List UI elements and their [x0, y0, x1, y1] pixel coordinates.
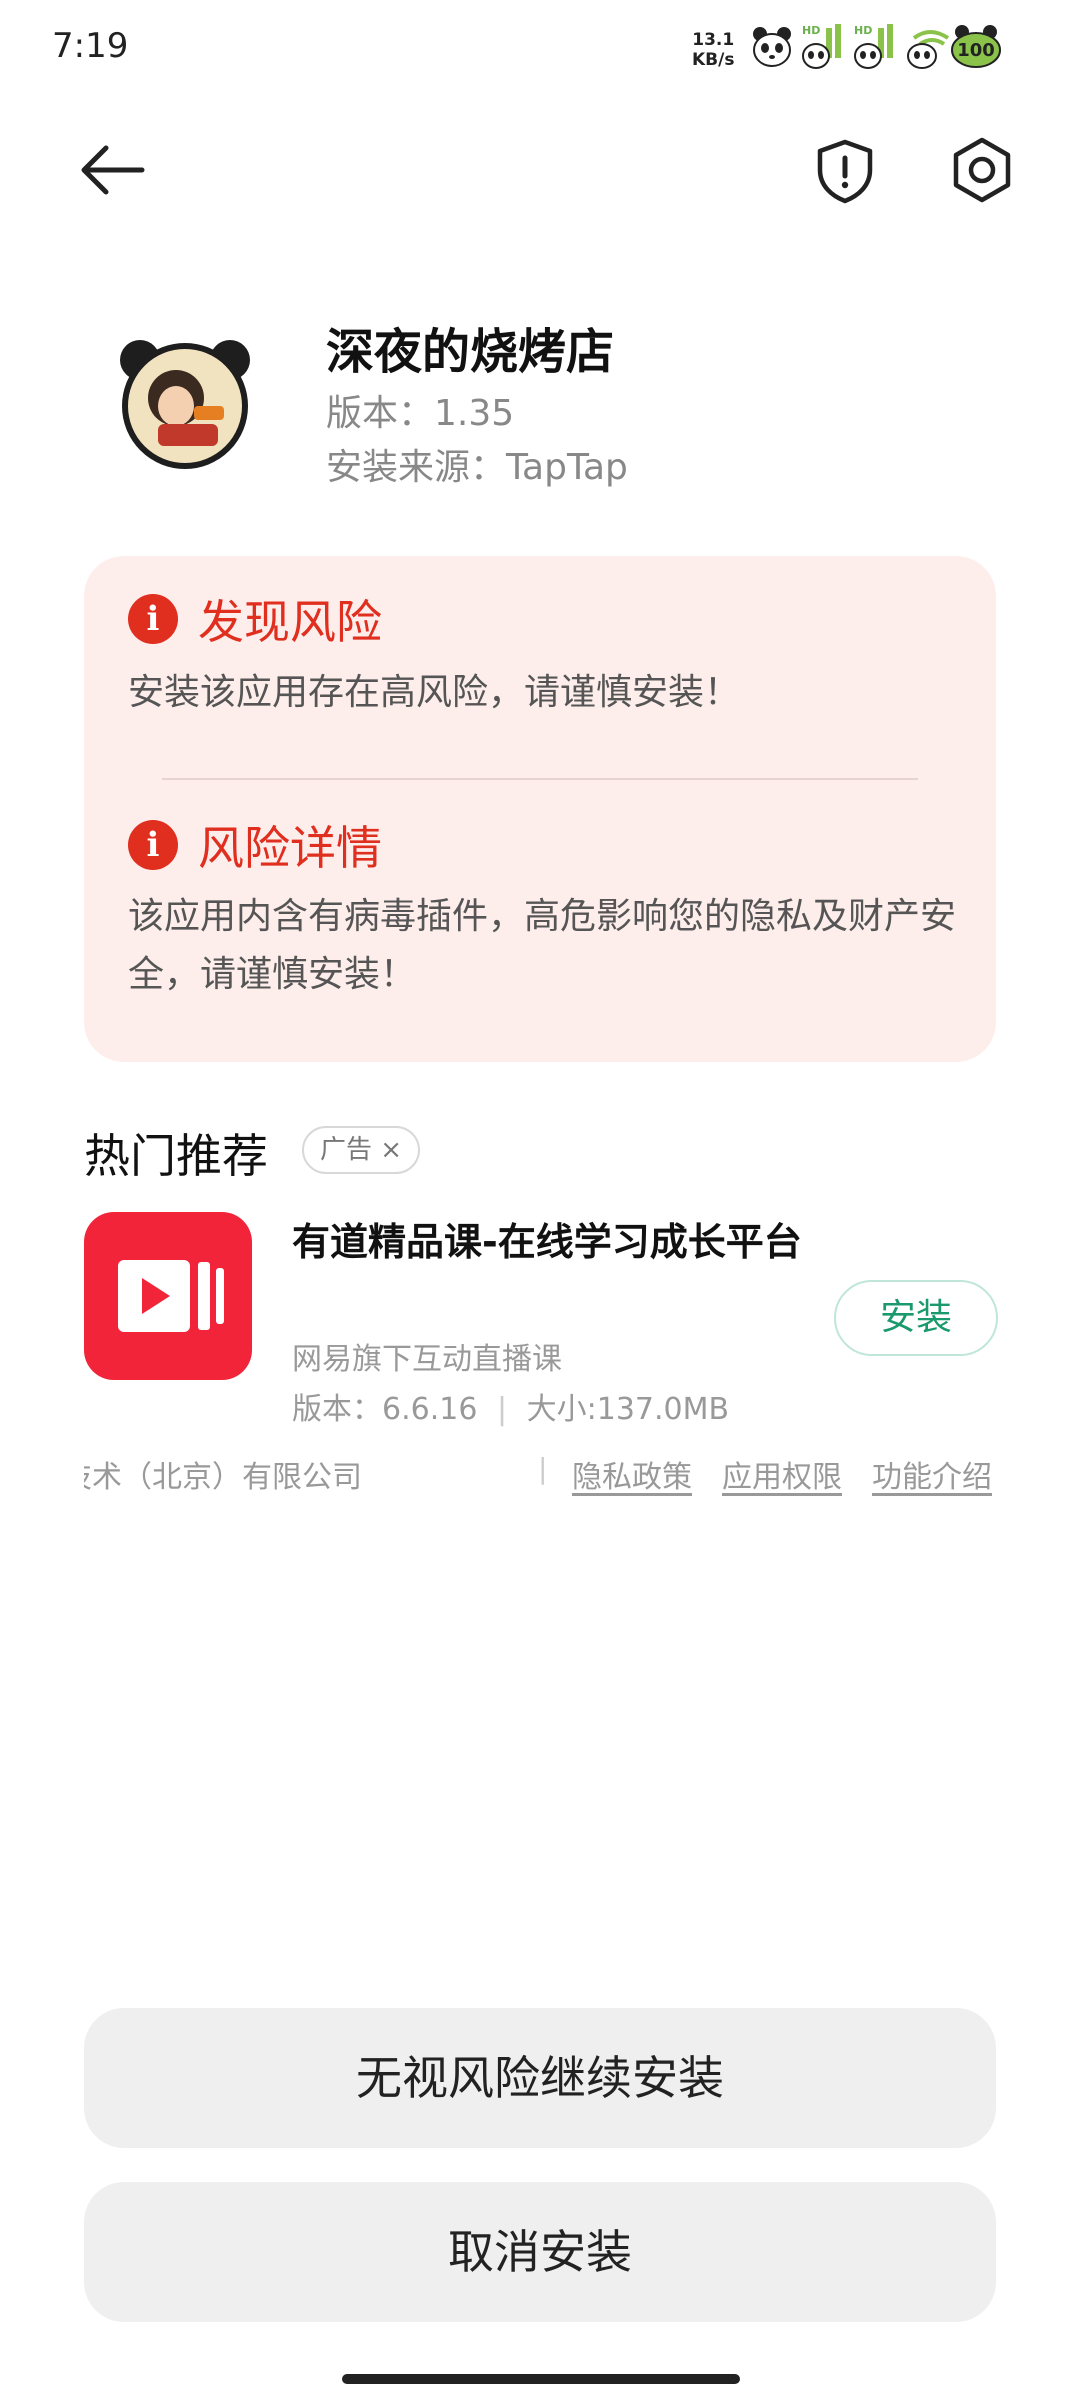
info-icon: i: [128, 594, 178, 644]
settings-button[interactable]: [946, 134, 1018, 206]
recommend-app-desc: 网易旗下互动直播课: [292, 1342, 562, 1377]
ad-tag-label: 广告: [320, 1135, 373, 1165]
svg-text:HD: HD: [854, 24, 872, 37]
shield-alert-icon: [817, 139, 873, 204]
gear-icon: [953, 137, 1011, 203]
risk-detail-title: i 风险详情: [128, 812, 382, 878]
continue-install-button[interactable]: 无视风险继续安装: [84, 2008, 996, 2148]
developer-company-text: 技术（北京）有限公司: [84, 1460, 362, 1495]
footer-separator: |: [538, 1452, 548, 1485]
panda-icon: [753, 27, 791, 67]
recommend-install-button[interactable]: 安装: [834, 1280, 998, 1356]
risk-divider: [162, 778, 918, 780]
meta-separator: |: [496, 1392, 508, 1427]
battery-icon: 100: [950, 22, 1002, 70]
battery-level: 100: [957, 40, 995, 61]
network-speed-value: 13.1: [692, 30, 735, 50]
network-speed-unit: KB/s: [692, 50, 735, 70]
feature-intro-link[interactable]: 功能介绍: [872, 1452, 992, 1496]
ad-tag[interactable]: 广告 ×: [302, 1126, 421, 1174]
recommend-app-version: 版本：6.6.16: [292, 1392, 478, 1427]
app-install-source: 安装来源：TapTap: [326, 447, 628, 488]
risk-found-title: i 发现风险: [128, 586, 382, 652]
app-permissions-link[interactable]: 应用权限: [722, 1452, 842, 1496]
recommend-app-size: 大小:137.0MB: [526, 1392, 730, 1427]
risk-detail-text: 该应用内含有病毒插件，高危影响您的隐私及财产安全，请谨慎安装！: [128, 896, 957, 995]
risk-detail-label: 风险详情: [198, 821, 382, 875]
risk-found-label: 发现风险: [198, 595, 382, 649]
cancel-install-button[interactable]: 取消安装: [84, 2182, 996, 2322]
security-button[interactable]: [810, 136, 880, 206]
recommend-app-name[interactable]: 有道精品课-在线学习成长平台: [292, 1214, 832, 1270]
arrow-left-icon: [81, 145, 145, 195]
recommend-app-icon[interactable]: [84, 1212, 252, 1380]
hd-signal-icon: HD: [802, 24, 841, 69]
close-icon[interactable]: ×: [380, 1135, 402, 1165]
svg-text:HD: HD: [802, 24, 820, 37]
recommend-title: 热门推荐: [84, 1129, 268, 1183]
info-icon: i: [128, 820, 178, 870]
risk-found-text: 安装该应用存在高风险，请谨慎安装！: [128, 672, 741, 713]
privacy-policy-link[interactable]: 隐私政策: [572, 1452, 692, 1496]
wifi-icon: [907, 30, 950, 69]
risk-card: i 发现风险 安装该应用存在高风险，请谨慎安装！ i 风险详情 该应用内含有病毒…: [84, 556, 996, 1062]
status-time: 7:19: [52, 26, 129, 66]
network-speed: 13.1 KB/s: [692, 30, 734, 70]
developer-company: 技术（北京）有限公司: [84, 1452, 384, 1496]
app-version: 版本：1.35: [326, 393, 515, 434]
back-button[interactable]: [72, 130, 152, 210]
app-icon: [118, 336, 252, 470]
hd-signal-icon: HD: [854, 24, 893, 69]
app-name: 深夜的烧烤店: [326, 324, 615, 380]
home-indicator[interactable]: [342, 2374, 740, 2384]
recommend-app-meta: 版本：6.6.16 | 大小:137.0MB: [292, 1384, 729, 1428]
